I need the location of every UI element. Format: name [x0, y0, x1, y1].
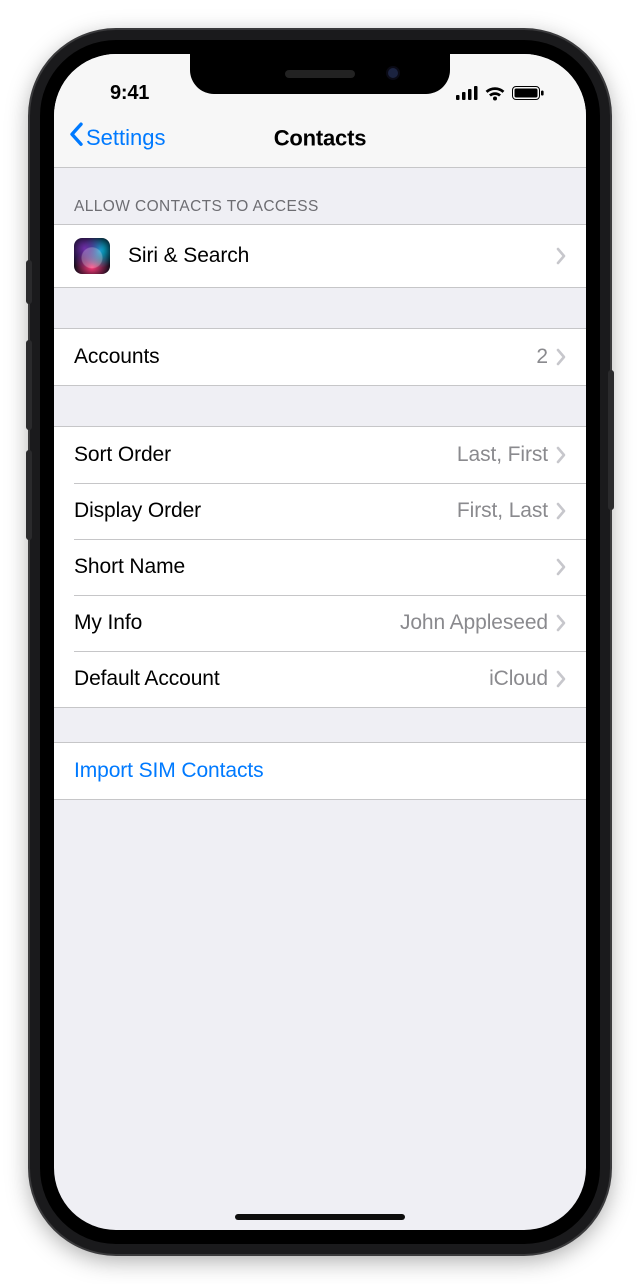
page-title: Contacts	[274, 125, 367, 151]
siri-icon	[74, 238, 110, 274]
row-value: iCloud	[489, 667, 548, 691]
row-default-account[interactable]: Default Account iCloud	[54, 651, 586, 707]
row-my-info[interactable]: My Info John Appleseed	[54, 595, 586, 651]
group-prefs: Sort Order Last, First Display Order Fir…	[54, 426, 586, 708]
group-accounts: Accounts 2	[54, 328, 586, 386]
chevron-right-icon	[556, 609, 566, 637]
chevron-right-icon	[556, 242, 566, 270]
group-access: Siri & Search	[54, 224, 586, 288]
notch	[190, 54, 450, 94]
row-display-order[interactable]: Display Order First, Last	[54, 483, 586, 539]
row-label: Default Account	[74, 667, 489, 691]
row-label: Import SIM Contacts	[74, 759, 566, 783]
row-label: Accounts	[74, 345, 536, 369]
row-accounts[interactable]: Accounts 2	[54, 329, 586, 385]
chevron-left-icon	[68, 122, 84, 152]
row-value: 2	[536, 345, 548, 369]
chevron-right-icon	[556, 497, 566, 525]
row-label: Short Name	[74, 555, 556, 579]
chevron-right-icon	[556, 441, 566, 469]
group-import: Import SIM Contacts	[54, 742, 586, 800]
row-siri-search[interactable]: Siri & Search	[54, 225, 586, 287]
chevron-right-icon	[556, 343, 566, 371]
screen: 9:41 Set	[54, 54, 586, 1230]
row-label: Siri & Search	[128, 244, 556, 268]
group-header-access: ALLOW CONTACTS TO ACCESS	[54, 168, 586, 224]
home-indicator[interactable]	[235, 1214, 405, 1220]
row-label: My Info	[74, 611, 400, 635]
nav-bar: Settings Contacts	[54, 112, 586, 168]
cellular-signal-icon	[456, 86, 478, 100]
row-value: John Appleseed	[400, 611, 548, 635]
row-label: Display Order	[74, 499, 457, 523]
battery-icon	[512, 86, 544, 100]
back-label: Settings	[86, 125, 166, 151]
row-label: Sort Order	[74, 443, 457, 467]
wifi-icon	[484, 85, 506, 101]
phone-frame: 9:41 Set	[30, 30, 610, 1254]
chevron-right-icon	[556, 553, 566, 581]
chevron-right-icon	[556, 665, 566, 693]
status-time: 9:41	[84, 82, 149, 105]
back-button[interactable]: Settings	[68, 123, 166, 153]
row-value: Last, First	[457, 443, 548, 467]
row-value: First, Last	[457, 499, 548, 523]
row-sort-order[interactable]: Sort Order Last, First	[54, 427, 586, 483]
row-import-sim-contacts[interactable]: Import SIM Contacts	[54, 743, 586, 799]
row-short-name[interactable]: Short Name	[54, 539, 586, 595]
